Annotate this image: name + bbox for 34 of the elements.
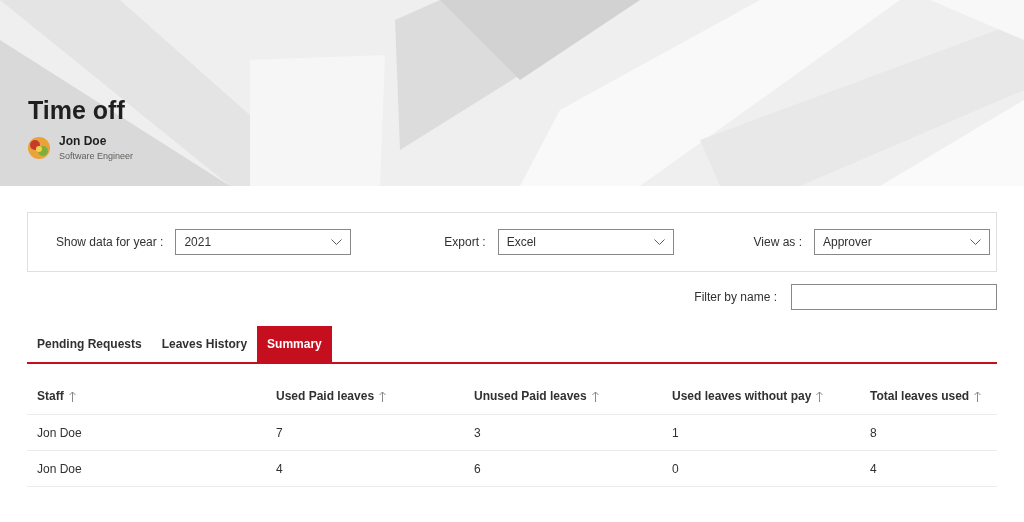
filter-label: View as : [753,235,802,249]
dropdown[interactable]: Approver [814,229,990,255]
arrow-up-icon [974,390,982,402]
tab[interactable]: Pending Requests [27,326,152,362]
column-header[interactable]: Used leaves without pay [662,378,860,415]
filter-label: Filter by name : [694,290,777,304]
table-cell: 0 [662,451,860,487]
filter-label: Show data for year : [56,235,164,249]
arrow-up-icon [816,390,824,402]
arrow-up-icon [68,390,76,402]
table-cell: 7 [266,415,464,451]
table-cell: 8 [860,415,997,451]
column-header[interactable]: Used Paid leaves [266,378,464,415]
tab[interactable]: Summary [257,326,332,362]
chevron-down-icon [653,239,665,245]
table-cell: 6 [464,451,662,487]
tab[interactable]: Leaves History [151,326,258,362]
name-input-field[interactable] [791,284,997,310]
column-header[interactable]: Staff [27,378,266,415]
dropdown[interactable]: Excel [497,229,674,255]
dropdown[interactable]: 2021 [175,229,352,255]
arrow-up-icon [379,390,387,402]
column-header[interactable]: Unused Paid leaves [464,378,662,415]
table-cell: Jon Doe [27,451,266,487]
table-cell: 3 [464,415,662,451]
table-cell: Jon Doe [27,415,266,451]
chevron-down-icon [331,239,343,245]
table-cell: 4 [266,451,464,487]
chevron-down-icon [970,239,981,245]
table-cell: 1 [662,415,860,451]
arrow-up-icon [591,390,599,402]
column-header[interactable]: Total leaves used [860,378,997,415]
table-cell: 4 [860,451,997,487]
filter-label: Export : [444,235,486,249]
